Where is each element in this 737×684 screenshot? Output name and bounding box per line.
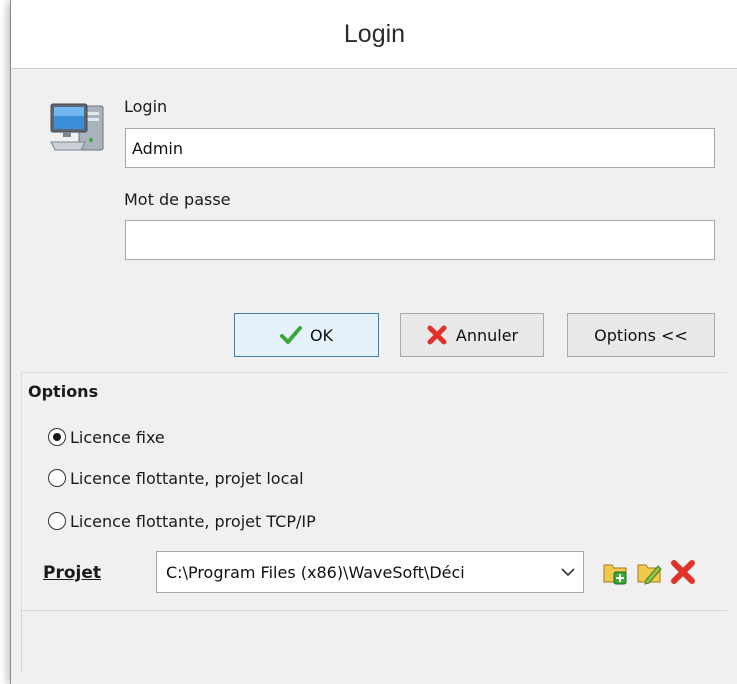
password-input[interactable]: [125, 220, 715, 260]
folder-add-icon: [603, 564, 627, 585]
login-dialog: Login Login Mot de passe OK Annuler Opti…: [10, 0, 737, 684]
checkmark-icon: [279, 326, 302, 344]
options-button-label: Options <<: [594, 325, 688, 345]
radio-button[interactable]: [48, 512, 66, 530]
password-label: Mot de passe: [124, 190, 231, 209]
delete-project-button[interactable]: [668, 556, 698, 588]
red-x-icon: [671, 560, 695, 584]
login-input[interactable]: [125, 128, 715, 168]
ok-button[interactable]: OK: [234, 313, 379, 357]
radio-label: Licence flottante, projet local: [70, 468, 304, 488]
window-title: Login: [343, 19, 406, 48]
radio-button-checked[interactable]: [48, 428, 66, 446]
chevron-down-icon[interactable]: [553, 552, 583, 592]
folder-edit-icon: [637, 564, 662, 585]
red-x-icon: [427, 325, 447, 345]
title-bar: Login: [11, 0, 737, 69]
login-label: Login: [124, 97, 168, 116]
radio-button[interactable]: [48, 469, 66, 487]
projet-label: Projet: [43, 563, 102, 583]
radio-licence-fixe[interactable]: Licence fixe: [48, 426, 165, 448]
projet-select[interactable]: C:\Program Files (x86)\WaveSoft\Déci: [156, 551, 584, 593]
radio-licence-flottante-tcpip[interactable]: Licence flottante, projet TCP/IP: [48, 510, 316, 532]
cancel-button-label: Annuler: [455, 325, 519, 345]
options-heading: Options: [28, 382, 99, 401]
radio-label: Licence fixe: [70, 427, 165, 447]
radio-licence-flottante-local[interactable]: Licence flottante, projet local: [48, 467, 304, 489]
edit-project-button[interactable]: [635, 556, 665, 588]
options-toggle-button[interactable]: Options <<: [567, 313, 715, 357]
ok-button-label: OK: [309, 325, 334, 345]
bottom-panel: [21, 610, 727, 672]
add-project-button[interactable]: [601, 556, 631, 588]
radio-label: Licence flottante, projet TCP/IP: [70, 511, 316, 531]
projet-select-value: C:\Program Files (x86)\WaveSoft\Déci: [166, 562, 465, 582]
computer-icon: [50, 103, 104, 151]
cancel-button[interactable]: Annuler: [400, 313, 544, 357]
